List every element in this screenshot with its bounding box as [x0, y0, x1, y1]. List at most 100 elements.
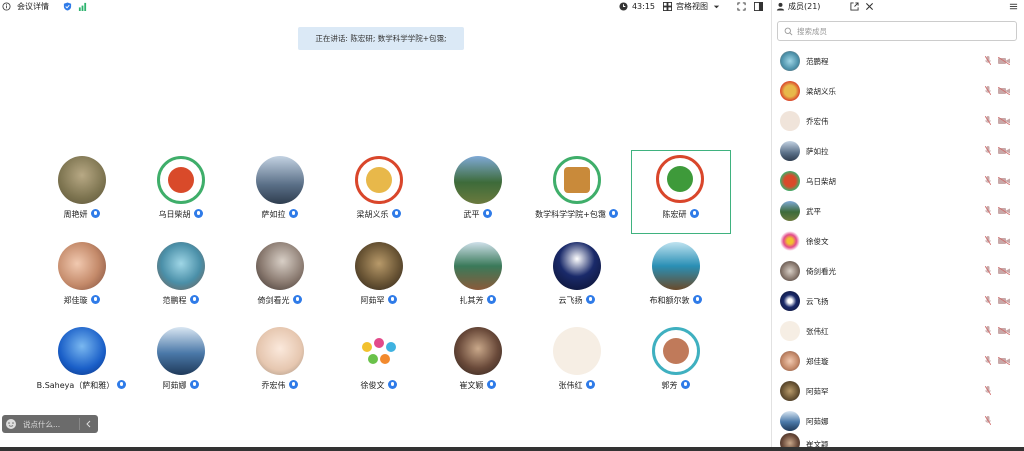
- camera-off-icon[interactable]: [998, 117, 1010, 125]
- member-row[interactable]: 阿茹娜: [772, 408, 1024, 434]
- participant-tile[interactable]: 武平: [428, 153, 527, 239]
- member-row[interactable]: 梁胡义乐: [772, 78, 1024, 104]
- fullscreen-icon[interactable]: [737, 2, 746, 11]
- participant-tile[interactable]: 梁胡义乐: [329, 153, 428, 239]
- participant-tile[interactable]: 萨如拉: [230, 153, 329, 239]
- participant-tile-active-speaker[interactable]: 陈宏研: [631, 150, 731, 234]
- participant-tile[interactable]: 崔文颖: [428, 324, 527, 410]
- grid-view-icon[interactable]: [663, 2, 672, 11]
- pop-out-icon[interactable]: [850, 2, 859, 11]
- mic-muted-icon[interactable]: [985, 56, 991, 65]
- member-row[interactable]: 崔文颖: [772, 433, 1024, 447]
- avatar: [58, 327, 106, 375]
- participant-tile[interactable]: 数学科学学院+包霭: [527, 153, 626, 239]
- participant-tile[interactable]: 徐俊文: [329, 324, 428, 410]
- member-row[interactable]: 张伟红: [772, 318, 1024, 344]
- participant-tile[interactable]: 乌日柴胡: [131, 153, 230, 239]
- member-row[interactable]: 武平: [772, 198, 1024, 224]
- participant-tile[interactable]: 周艳妍: [32, 153, 131, 239]
- participant-name: 扎其芳: [459, 296, 484, 305]
- avatar: [355, 327, 403, 375]
- participant-tile[interactable]: 阿茹娜: [131, 324, 230, 410]
- camera-off-icon[interactable]: [998, 147, 1010, 155]
- camera-off-icon[interactable]: [998, 57, 1010, 65]
- avatar: [58, 242, 106, 290]
- camera-off-icon[interactable]: [998, 297, 1010, 305]
- participant-tile[interactable]: 乔宏伟: [230, 324, 329, 410]
- participant-tile[interactable]: 张伟红: [527, 324, 626, 410]
- member-row[interactable]: 郑佳璇: [772, 348, 1024, 374]
- member-row[interactable]: 范鹏程: [772, 48, 1024, 74]
- mic-muted-icon[interactable]: [985, 236, 991, 245]
- participant-tile[interactable]: 郑佳璇: [32, 239, 131, 325]
- mic-muted-icon[interactable]: [985, 86, 991, 95]
- mic-muted-icon[interactable]: [985, 356, 991, 365]
- participant-name: 乌日柴胡: [158, 210, 191, 219]
- microphone-icon: [387, 380, 397, 389]
- member-row[interactable]: 云飞扬: [772, 288, 1024, 314]
- member-row[interactable]: 乌日柴胡: [772, 168, 1024, 194]
- participant-tile[interactable]: 布和额尔敦: [626, 239, 725, 325]
- avatar: [780, 321, 800, 341]
- member-search-input[interactable]: 搜索成员: [777, 21, 1017, 41]
- member-name: 崔文颖: [806, 440, 829, 447]
- mic-muted-icon[interactable]: [985, 146, 991, 155]
- chat-quick-input[interactable]: 说点什么...: [2, 415, 98, 433]
- grid-view-dropdown[interactable]: 宫格视图: [676, 1, 708, 12]
- microphone-icon: [692, 295, 702, 304]
- chevron-left-icon[interactable]: [85, 420, 93, 428]
- mic-muted-icon[interactable]: [985, 176, 991, 185]
- participant-tile[interactable]: 郭芳: [626, 324, 725, 410]
- shield-icon[interactable]: [63, 2, 72, 11]
- participant-tile[interactable]: 范鹏程: [131, 239, 230, 325]
- member-row[interactable]: 乔宏伟: [772, 108, 1024, 134]
- participant-name: 萨如拉: [261, 210, 286, 219]
- participant-tile[interactable]: B.Saheya（萨和雅）: [32, 324, 131, 410]
- mic-muted-icon[interactable]: [985, 116, 991, 125]
- member-row[interactable]: 倚剑看光: [772, 258, 1024, 284]
- menu-icon[interactable]: [1009, 2, 1018, 11]
- participant-tile[interactable]: 阿茹罕: [329, 239, 428, 325]
- avatar: [780, 351, 800, 371]
- member-row[interactable]: 萨如拉: [772, 138, 1024, 164]
- mic-muted-icon[interactable]: [985, 206, 991, 215]
- avatar: [454, 242, 502, 290]
- avatar: [553, 156, 601, 204]
- close-icon[interactable]: [865, 2, 874, 11]
- meeting-details-link[interactable]: 会议详情: [17, 1, 49, 12]
- avatar: [780, 81, 800, 101]
- participant-name: 梁胡义乐: [356, 210, 389, 219]
- microphone-icon: [689, 209, 699, 218]
- microphone-icon: [189, 295, 199, 304]
- info-icon[interactable]: [2, 2, 11, 11]
- camera-off-icon[interactable]: [998, 177, 1010, 185]
- mic-muted-icon[interactable]: [985, 326, 991, 335]
- avatar: [656, 155, 704, 203]
- mic-muted-icon[interactable]: [985, 266, 991, 275]
- participant-tile[interactable]: 扎其芳: [428, 239, 527, 325]
- avatar-lights-icon: [362, 338, 396, 364]
- avatar: [780, 201, 800, 221]
- participant-tile[interactable]: 倚剑看光: [230, 239, 329, 325]
- mic-muted-icon[interactable]: [985, 416, 991, 425]
- member-name: 乌日柴胡: [806, 176, 836, 186]
- chevron-down-icon[interactable]: [712, 2, 721, 11]
- participant-name: 崔文颖: [459, 381, 484, 390]
- avatar: [652, 242, 700, 290]
- participant-name: 乔宏伟: [261, 381, 286, 390]
- mic-muted-icon[interactable]: [985, 386, 991, 395]
- camera-off-icon[interactable]: [998, 267, 1010, 275]
- video-grid-area: 正在讲话: 陈宏研; 数学科学学院+包霭; 周艳妍 乌日柴胡 萨如拉 梁胡义乐 …: [0, 13, 771, 451]
- camera-off-icon[interactable]: [998, 237, 1010, 245]
- camera-off-icon[interactable]: [998, 87, 1010, 95]
- camera-off-icon[interactable]: [998, 357, 1010, 365]
- mic-muted-icon[interactable]: [985, 296, 991, 305]
- camera-off-icon[interactable]: [998, 327, 1010, 335]
- split-panel-icon[interactable]: [754, 2, 763, 11]
- avatar: [553, 242, 601, 290]
- participant-tile[interactable]: 云飞扬: [527, 239, 626, 325]
- camera-off-icon[interactable]: [998, 207, 1010, 215]
- member-row[interactable]: 阿茹罕: [772, 378, 1024, 404]
- member-row[interactable]: 徐俊文: [772, 228, 1024, 254]
- avatar: [58, 156, 106, 204]
